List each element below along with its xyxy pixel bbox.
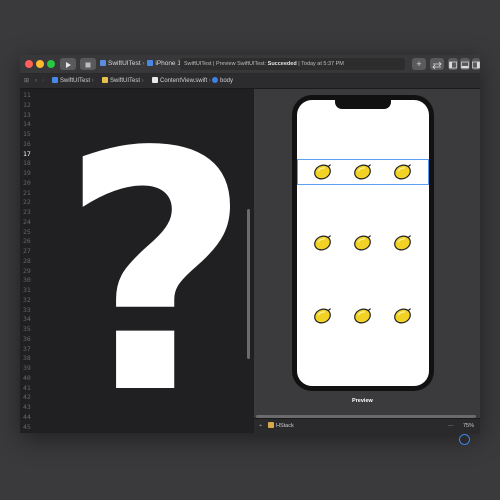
canvas-bottom-bar: ⌖ HStack — 75%	[254, 418, 480, 434]
lemon-icon	[314, 235, 331, 251]
lemon-icon	[394, 235, 411, 251]
zoom-level[interactable]: 75%	[463, 419, 474, 434]
lemon-icon	[394, 164, 411, 180]
add-label: +	[416, 59, 422, 69]
line-number: 14	[23, 120, 31, 129]
navigator-toggle-button[interactable]	[448, 58, 458, 70]
related-items-icon[interactable]: ⊞	[24, 74, 29, 88]
debug-toggle-button[interactable]	[460, 58, 470, 70]
line-number: 12	[23, 100, 31, 109]
status-time: | Today at 5:37 PM	[296, 61, 344, 67]
line-number: 15	[23, 130, 31, 138]
pin-icon[interactable]: ⌖	[259, 419, 262, 434]
line-number: 36	[23, 334, 31, 343]
device-screen	[297, 100, 429, 386]
line-number: 11	[23, 91, 31, 99]
project-icon	[52, 77, 58, 83]
status-prefix: SwiftUITest | Preview SwiftUITest:	[184, 61, 268, 67]
line-number: 30	[23, 276, 31, 285]
forward-arrow-icon[interactable]: ›	[42, 74, 44, 88]
lemon-icon	[354, 308, 371, 324]
lemon-icon	[354, 235, 371, 251]
left-panel-icon	[449, 61, 457, 69]
scheme-name: SwiftUITest	[108, 60, 141, 67]
editor-scrollbar[interactable]	[247, 209, 250, 359]
line-number: 21	[23, 188, 31, 197]
hstack-icon	[268, 422, 274, 428]
line-number: 20	[23, 178, 31, 187]
close-window-button[interactable]	[25, 60, 33, 68]
play-icon	[66, 62, 71, 68]
bottom-panel-icon	[461, 61, 469, 69]
lemon-icon	[314, 308, 331, 324]
line-number: 33	[23, 305, 31, 314]
line-number: 44	[23, 412, 31, 421]
line-number: 29	[23, 266, 31, 275]
line-number: 22	[23, 198, 31, 207]
device-notch	[335, 100, 391, 109]
source-editor[interactable]: 11 12 13 14 15 16 17 18 19 20 21 22 23 24 25 26 27 28 29 30…	[20, 89, 253, 439]
lemon-icon	[354, 164, 371, 180]
device-icon	[147, 60, 154, 66]
zoom-out-icon[interactable]: —	[448, 419, 454, 434]
line-number: 24	[23, 217, 31, 226]
app-scheme-icon	[100, 60, 106, 66]
line-number: 43	[23, 403, 31, 411]
right-panel-icon	[472, 61, 480, 69]
lemon-icon	[314, 164, 331, 180]
run-button[interactable]	[60, 58, 76, 70]
back-arrow-icon[interactable]: ‹	[35, 74, 37, 88]
lemon-icon	[394, 308, 411, 324]
device-frame	[292, 95, 434, 391]
line-number: 41	[23, 383, 31, 392]
line-number: 31	[23, 286, 31, 294]
line-number: 45	[23, 422, 31, 431]
line-number: 16	[23, 139, 31, 148]
line-number: 32	[23, 295, 31, 304]
stop-button[interactable]	[80, 58, 96, 70]
inspector-toggle-button[interactable]	[472, 58, 480, 70]
library-add-button[interactable]: +	[412, 58, 426, 70]
toolbar: SwiftUITest › iPhone 11 Pro Max SwiftUIT…	[20, 55, 480, 74]
minimize-window-button[interactable]	[36, 60, 44, 68]
line-number: 26	[23, 237, 31, 246]
selected-view-crumb[interactable]: HStack	[268, 419, 294, 434]
line-number: 18	[23, 159, 31, 168]
line-number: 23	[23, 208, 31, 216]
line-number: 42	[23, 393, 31, 402]
zoom-window-button[interactable]	[47, 60, 55, 68]
line-number: 34	[23, 315, 31, 324]
line-number: 40	[23, 373, 31, 382]
window-shadow-top	[20, 40, 480, 55]
line-number: 25	[23, 227, 31, 236]
line-number: 38	[23, 354, 31, 363]
arrows-icon	[432, 61, 442, 70]
line-number: 39	[23, 364, 31, 372]
question-mark-overlay: ?	[60, 82, 252, 466]
activity-status: SwiftUITest | Preview SwiftUITest: Succe…	[180, 58, 405, 70]
status-result: Succeeded	[267, 61, 297, 67]
line-number: 27	[23, 247, 31, 255]
inspect-preview-button[interactable]	[459, 434, 470, 445]
line-number: 37	[23, 344, 31, 353]
line-number-gutter: 11 12 13 14 15 16 17 18 19 20 21 22 23 24 25 26 27 28 29 30…	[20, 89, 40, 433]
xcode-window: SwiftUITest › iPhone 11 Pro Max SwiftUIT…	[20, 55, 480, 445]
stop-icon	[85, 62, 91, 68]
line-number: 28	[23, 256, 31, 265]
line-number: 35	[23, 325, 31, 333]
line-number: 19	[23, 169, 31, 177]
preview-label: Preview	[352, 398, 373, 404]
preview-canvas: Preview	[254, 89, 480, 445]
line-number: 13	[23, 110, 31, 119]
code-review-button[interactable]	[430, 58, 444, 70]
line-number: 17	[23, 149, 31, 158]
selected-view-label: HStack	[276, 423, 294, 429]
